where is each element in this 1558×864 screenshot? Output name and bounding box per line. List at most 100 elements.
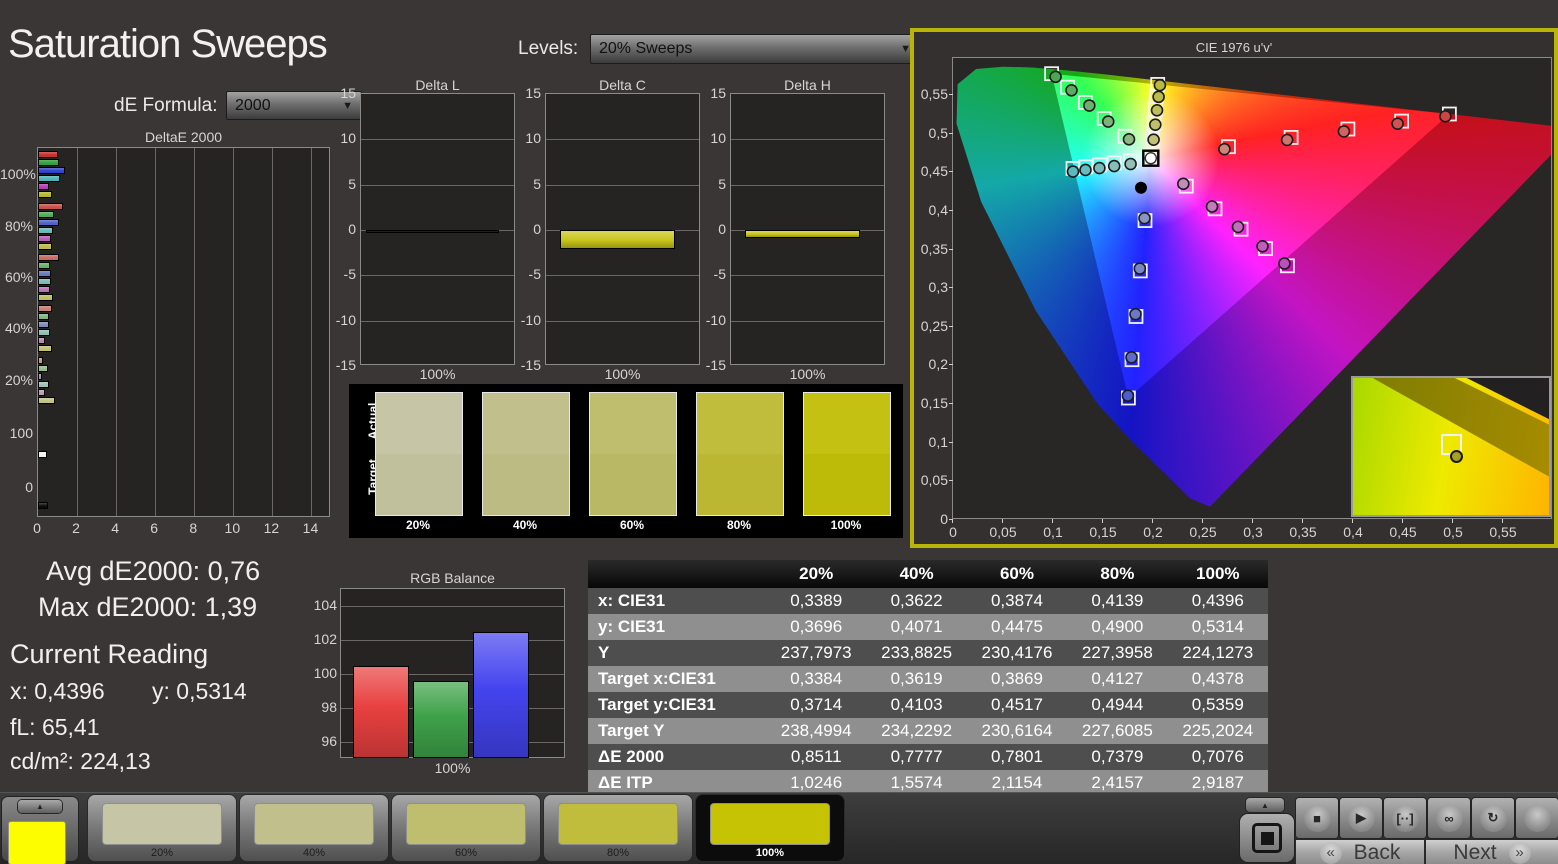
measured-circle-red-80%: [1392, 118, 1403, 129]
collapse-up-button[interactable]: ▲: [18, 800, 62, 813]
table-cell: 0,4475: [967, 614, 1067, 640]
row-label: Target x:CIE31: [588, 666, 766, 692]
deltae-x-tick: 4: [107, 520, 123, 536]
deltae-bar: [38, 373, 42, 380]
continuous-button[interactable]: ∞: [1428, 798, 1470, 838]
measured-circle-blue-80%: [1126, 352, 1137, 363]
table-row: Target y:CIE310,37140,41030,45170,49440,…: [588, 692, 1268, 718]
current-color-well: ▲: [2, 797, 78, 861]
cie-y-tickmark: [949, 480, 953, 481]
avg-de2000: Avg dE2000: 0,76: [46, 556, 260, 587]
level-button-20%[interactable]: 20%: [88, 795, 236, 861]
delta-y-tick: -10: [330, 312, 356, 328]
swatch-40%: [482, 392, 570, 516]
step-icon: [··]: [1392, 805, 1419, 832]
table-cell: 0,3389: [766, 588, 866, 614]
row-label: ΔE 2000: [588, 744, 766, 770]
cie-x-tickmark: [1202, 519, 1203, 523]
table-row: Y237,7973233,8825230,4176227,3958224,127…: [588, 640, 1268, 666]
row-label: Target y:CIE31: [588, 692, 766, 718]
measured-circle-green-80%: [1066, 85, 1077, 96]
delta-chart-title: Delta L: [360, 77, 515, 93]
delta-value-bar: [745, 230, 860, 238]
white-point-circle: [1145, 153, 1156, 164]
measured-circle-magenta-100%: [1279, 258, 1290, 269]
back-button[interactable]: « Back: [1296, 840, 1424, 864]
level-button-40%[interactable]: 40%: [240, 795, 388, 861]
pattern-window-button[interactable]: [1240, 814, 1294, 862]
play-button[interactable]: ▶: [1340, 798, 1382, 838]
delta-y-tick: -15: [515, 357, 541, 373]
table-cell: 234,2292: [866, 718, 966, 744]
deltae-bar: [38, 502, 48, 509]
table-cell: 0,7379: [1067, 744, 1167, 770]
deltae-gridline: [155, 148, 156, 516]
deltae-chart-title: DeltaE 2000: [37, 129, 330, 145]
table-cell: 0,4517: [967, 692, 1067, 718]
table-cell: 0,7801: [967, 744, 1067, 770]
table-row: ΔE 20000,85110,77770,78010,73790,7076: [588, 744, 1268, 770]
delta-chart-delta-c[interactable]: [545, 93, 700, 365]
deltae-bar: [38, 183, 49, 190]
delta-chart-delta-l[interactable]: [360, 93, 515, 365]
deltae-bar: [38, 305, 52, 312]
delta-y-tick: 5: [700, 176, 726, 192]
cie-diagram[interactable]: [952, 57, 1552, 519]
de-formula-label: dE Formula:: [114, 95, 217, 117]
delta-gridline: [731, 139, 884, 140]
table-cell: 227,6085: [1067, 718, 1167, 744]
cie-x-tick: 0,35: [1286, 524, 1320, 540]
next-chevron-icon: »: [1509, 842, 1531, 864]
delta-chart-delta-h[interactable]: [730, 93, 885, 365]
measured-circle-red-40%: [1282, 134, 1293, 145]
deltae-bar: [38, 243, 52, 250]
measured-circle-cyan-40%: [1109, 161, 1120, 172]
deltae-bar: [38, 175, 60, 182]
cie-y-tick: 0,45: [916, 163, 948, 179]
delta-gridline: [546, 321, 699, 322]
level-button-60%[interactable]: 60%: [392, 795, 540, 861]
deltae-bar: [38, 397, 55, 404]
page-title: Saturation Sweeps: [8, 22, 327, 67]
deltae-bar: [38, 227, 53, 234]
cie-chart-panel[interactable]: CIE 1976 u'v' 00,050,10,150,20,250,30,35…: [910, 28, 1558, 548]
next-button[interactable]: Next »: [1426, 840, 1558, 864]
rgb-balance-chart[interactable]: [340, 588, 565, 758]
panel-up-button[interactable]: ▲: [1246, 798, 1284, 812]
loop-button[interactable]: ↻: [1472, 798, 1514, 838]
delta-gridline: [546, 139, 699, 140]
deltae-x-tick: 8: [185, 520, 201, 536]
current-reading-heading: Current Reading: [10, 639, 208, 670]
rgb-bar-green: [413, 681, 469, 758]
measured-circle-yellow-40%: [1150, 119, 1161, 130]
deltae-bar: [38, 191, 52, 198]
record-icon: [1524, 805, 1551, 832]
table-cell: 233,8825: [866, 640, 966, 666]
measured-circle-magenta-80%: [1257, 241, 1268, 252]
deltae-gridline: [77, 148, 78, 516]
up-arrow-icon: ▲: [1261, 801, 1269, 810]
delta-y-tick: 5: [515, 176, 541, 192]
level-button-label: 100%: [696, 847, 844, 859]
stop-button[interactable]: ■: [1296, 798, 1338, 838]
deltae-group-label: 40%: [0, 320, 33, 336]
back-chevron-icon: «: [1320, 842, 1342, 864]
level-button-80%[interactable]: 80%: [544, 795, 692, 861]
deltae-gridline: [272, 148, 273, 516]
table-row: Target Y238,4994234,2292230,6164227,6085…: [588, 718, 1268, 744]
delta-gridline: [731, 321, 884, 322]
levels-dropdown[interactable]: 20% Sweeps ▼: [590, 34, 920, 64]
record-button[interactable]: [1516, 798, 1558, 838]
deltae-bar: [38, 254, 59, 261]
deltae-x-tick: 12: [263, 520, 279, 536]
deltae-chart[interactable]: [37, 147, 330, 517]
level-button-100%[interactable]: 100%: [696, 795, 844, 861]
deltae-group-label: 60%: [0, 269, 33, 285]
level-swatch: [558, 803, 678, 845]
deltae-bar: [38, 313, 49, 320]
delta-y-tick: -5: [700, 266, 726, 282]
cie-y-tickmark: [949, 133, 953, 134]
level-swatch: [102, 803, 222, 845]
step-button[interactable]: [··]: [1384, 798, 1426, 838]
swatch-60%: [589, 392, 677, 516]
